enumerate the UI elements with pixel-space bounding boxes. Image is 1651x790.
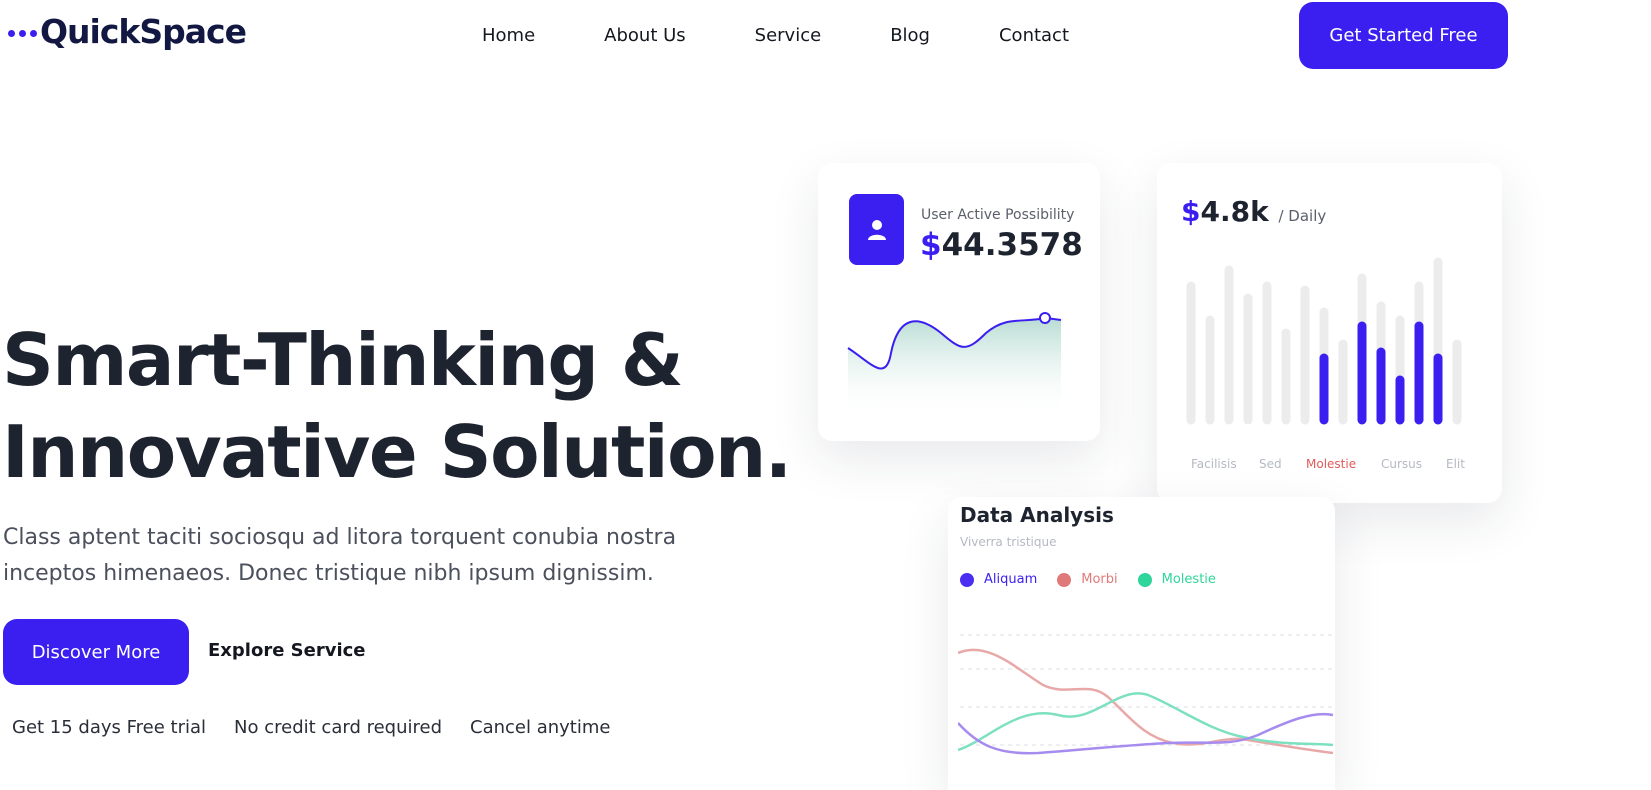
legend-dot-icon	[1057, 572, 1072, 587]
data-analysis-subtitle: Viverra tristique	[960, 535, 1057, 549]
nav-about-us[interactable]: About Us	[604, 25, 686, 46]
user-active-value: $44.3578	[920, 227, 1083, 263]
perks-list: Get 15 days Free trial No credit card re…	[12, 717, 610, 738]
daily-bar-labels: Facilisis Sed Molestie Cursus Elit	[1181, 457, 1471, 475]
main-nav: Home About Us Service Blog Contact	[482, 25, 1069, 46]
data-analysis-title: Data Analysis	[960, 503, 1114, 527]
bar-label-elit: Elit	[1446, 457, 1465, 471]
user-active-sparkline	[847, 312, 1062, 418]
bar-label-sed: Sed	[1259, 457, 1282, 471]
currency-symbol: $	[920, 227, 942, 263]
legend-dot-icon	[960, 572, 974, 587]
logo-dots-icon	[8, 30, 37, 37]
discover-more-button[interactable]: Discover More	[3, 619, 189, 685]
perk-no-credit-card: No credit card required	[234, 717, 443, 738]
legend-label: Morbi	[1081, 572, 1118, 587]
data-analysis-card: Data Analysis Viverra tristique Aliquam …	[948, 497, 1335, 790]
currency-symbol: $	[1181, 195, 1201, 228]
explore-service-link[interactable]: Explore Service	[208, 640, 366, 661]
hero-title: Smart-Thinking & Innovative Solution.	[2, 314, 792, 498]
value-number: 4.8k	[1200, 195, 1269, 228]
period-label: / Daily	[1278, 207, 1327, 225]
hero-title-line-2: Innovative Solution.	[2, 410, 792, 494]
nav-home[interactable]: Home	[482, 25, 535, 46]
value-number: 44.3578	[941, 227, 1083, 263]
legend-dot-icon	[1137, 572, 1152, 587]
nav-blog[interactable]: Blog	[890, 25, 930, 46]
nav-service[interactable]: Service	[755, 25, 822, 46]
perk-free-trial: Get 15 days Free trial	[12, 717, 207, 738]
bar-label-cursus: Cursus	[1381, 457, 1423, 471]
legend-item-morbi: Morbi	[1057, 572, 1118, 587]
data-analysis-line-chart	[958, 634, 1334, 755]
user-active-card: User Active Possibility $44.3578	[818, 163, 1100, 441]
get-started-button[interactable]: Get Started Free	[1299, 2, 1508, 69]
hero-title-line-1: Smart-Thinking &	[2, 318, 684, 402]
chart-legend: Aliquam Morbi Molestie	[960, 572, 1216, 587]
legend-item-aliquam: Aliquam	[960, 572, 1037, 587]
daily-bar-chart	[1186, 257, 1462, 425]
perk-cancel-anytime: Cancel anytime	[470, 717, 611, 738]
daily-revenue-value: $4.8k / Daily	[1181, 195, 1326, 228]
user-icon	[849, 194, 904, 265]
user-active-label: User Active Possibility	[921, 207, 1075, 223]
legend-label: Aliquam	[984, 572, 1038, 587]
legend-item-molestie: Molestie	[1137, 572, 1216, 587]
bar-label-facilisis: Facilisis	[1191, 457, 1237, 471]
nav-contact[interactable]: Contact	[999, 25, 1069, 46]
hero-description: Class aptent taciti sociosqu ad litora t…	[3, 525, 677, 586]
logo-text: QuickSpace	[40, 12, 247, 51]
legend-label: Molestie	[1161, 572, 1216, 587]
daily-revenue-card: $4.8k / Daily Facilisis Sed Molestie Cur…	[1157, 163, 1502, 503]
bar-label-molestie: Molestie	[1306, 457, 1357, 471]
logo[interactable]: QuickSpace	[8, 12, 247, 51]
